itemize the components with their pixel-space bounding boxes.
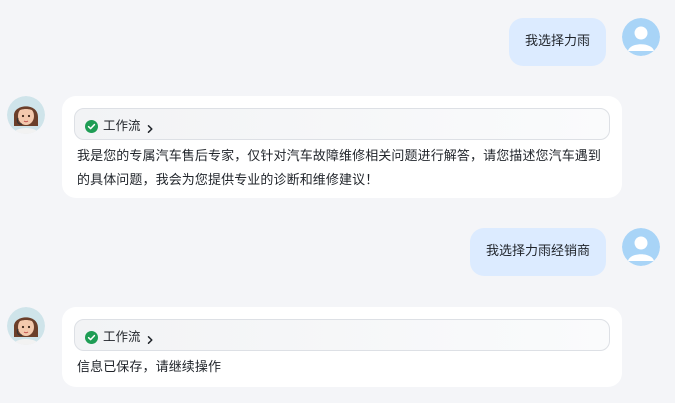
workflow-label: 工作流 <box>103 328 141 344</box>
assistant-message-text: 我是您的专属汽车售后专家，仅针对汽车故障维修相关问题进行解答，请您描述您汽车遇到… <box>77 149 602 188</box>
user-avatar-icon <box>622 228 660 266</box>
assistant-message-text: 信息已保存，请继续操作 <box>77 360 222 375</box>
workflow-label: 工作流 <box>103 117 141 133</box>
assistant-avatar <box>7 307 45 345</box>
user-message: 我选择力雨经销商 <box>0 212 675 292</box>
chat-thread: 我选择力雨 工作流 我是您的专属汽车售后专家，仅针对汽车故障维修相关问题进行解答… <box>0 0 675 403</box>
workflow-toggle[interactable]: 工作流 <box>74 319 610 351</box>
assistant-message-card: 工作流 我是您的专属汽车售后专家，仅针对汽车故障维修相关问题进行解答，请您描述您… <box>62 96 622 198</box>
user-message-bubble: 我选择力雨经销商 <box>469 228 606 276</box>
chevron-right-icon <box>145 330 155 344</box>
check-circle-icon <box>85 118 98 133</box>
chevron-right-icon <box>145 119 155 133</box>
user-avatar-icon <box>622 18 660 56</box>
assistant-message-card: 工作流 信息已保存，请继续操作 <box>62 307 622 387</box>
check-circle-icon <box>85 329 98 344</box>
workflow-toggle[interactable]: 工作流 <box>74 108 610 140</box>
user-message-bubble: 我选择力雨 <box>508 18 606 66</box>
assistant-message: 工作流 我是您的专属汽车售后专家，仅针对汽车故障维修相关问题进行解答，请您描述您… <box>0 96 675 200</box>
assistant-avatar <box>7 96 45 134</box>
assistant-message: 工作流 信息已保存，请继续操作 <box>0 307 675 389</box>
user-message: 我选择力雨 <box>0 0 675 80</box>
